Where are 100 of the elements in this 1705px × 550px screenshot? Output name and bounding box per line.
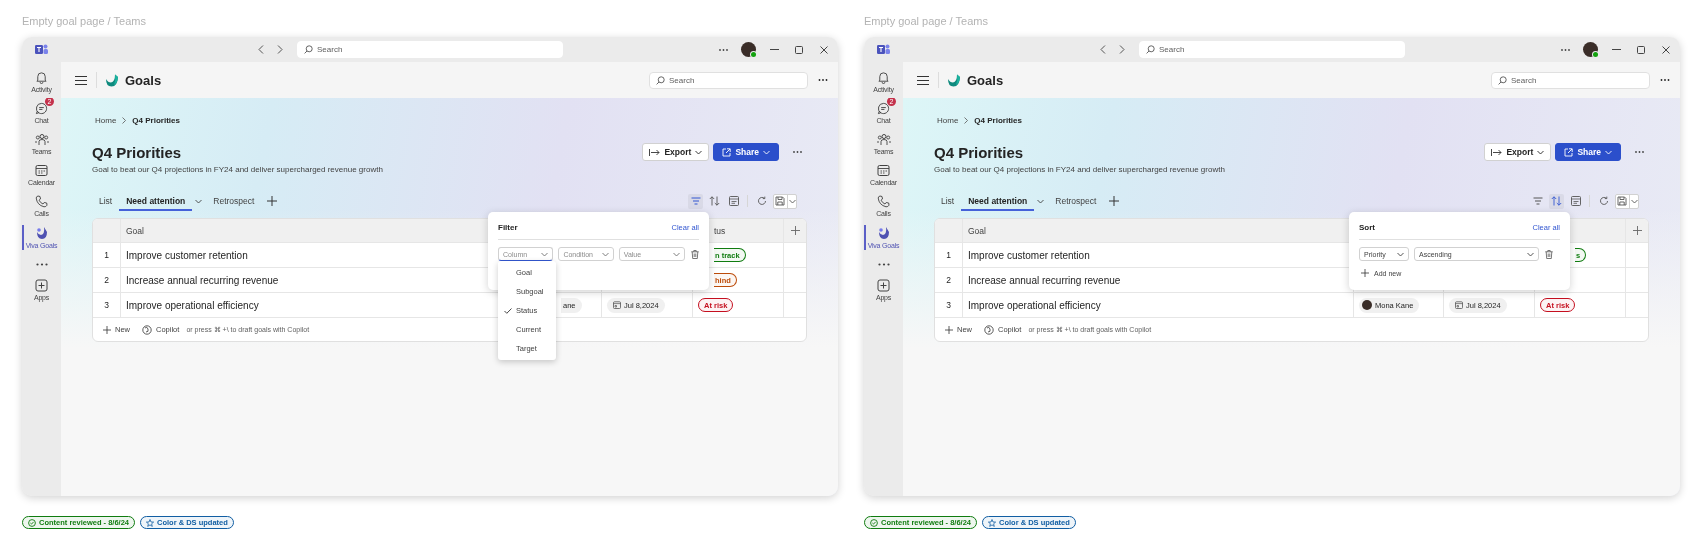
maximize-icon xyxy=(795,45,803,54)
add-column-button[interactable] xyxy=(789,224,801,237)
share-button[interactable]: Share xyxy=(713,143,779,161)
frame-caption: Empty goal page / Teams xyxy=(864,14,989,29)
breadcrumb-link[interactable]: Home xyxy=(937,115,959,125)
menu-button[interactable] xyxy=(916,73,930,87)
minimize-icon xyxy=(769,49,779,50)
breadcrumb-link[interactable]: Home xyxy=(95,115,117,125)
card-view-button[interactable] xyxy=(726,193,741,209)
page-description: Goal to beat our Q4 projections in FY24 and deliver supercharged revenue growth xyxy=(934,164,1226,176)
filter-icon xyxy=(690,197,701,205)
plus-icon xyxy=(1632,226,1642,235)
more-icon xyxy=(1560,48,1570,51)
sort-button[interactable] xyxy=(707,193,722,209)
page-title: Q4 Priorities xyxy=(934,143,1024,161)
calendar-icon xyxy=(35,164,48,177)
chevron-down-icon xyxy=(695,149,703,155)
view-tab[interactable]: Need attention xyxy=(119,191,193,211)
panel-title: Sort xyxy=(1359,222,1375,232)
people-icon xyxy=(876,133,891,146)
filter-button[interactable] xyxy=(688,193,703,209)
plus-icon xyxy=(1109,196,1120,206)
export-button[interactable]: Export xyxy=(642,143,710,161)
row-number: 2 xyxy=(93,268,121,292)
plus-icon xyxy=(267,196,278,206)
export-button[interactable]: Export xyxy=(1484,143,1552,161)
row-number: 1 xyxy=(935,243,963,267)
sort-button[interactable] xyxy=(1549,193,1564,209)
plus-icon xyxy=(1361,269,1369,277)
menu-button[interactable] xyxy=(74,73,88,87)
card-icon xyxy=(728,196,739,206)
search-field[interactable]: Search xyxy=(297,41,563,58)
more-icon xyxy=(718,48,728,51)
view-tab[interactable]: List xyxy=(934,191,962,211)
chevron-down-icon xyxy=(1527,251,1534,257)
chat-icon xyxy=(35,102,48,115)
calendar-icon xyxy=(1455,301,1463,309)
search-icon xyxy=(656,75,665,85)
chevron-down-icon xyxy=(1397,251,1404,257)
check-circle-icon xyxy=(870,518,878,527)
add-view-button[interactable] xyxy=(265,194,280,208)
save-view-button[interactable] xyxy=(1615,193,1639,209)
save-view-button[interactable] xyxy=(773,193,797,209)
search-icon xyxy=(304,45,313,54)
search-field[interactable]: Search xyxy=(1491,71,1650,89)
chevron-down-icon xyxy=(1630,198,1638,204)
chevron-down-icon xyxy=(788,198,796,204)
view-tab[interactable]: Retrospect xyxy=(206,191,262,211)
profile-avatar[interactable] xyxy=(741,42,756,57)
leaf-logo-icon xyxy=(105,73,119,87)
search-icon xyxy=(1498,75,1507,85)
goals-logo-icon xyxy=(876,225,891,240)
trash-icon[interactable] xyxy=(1545,249,1553,259)
chevron-left-icon xyxy=(258,45,264,54)
refresh-icon xyxy=(756,196,767,206)
chevron-down-icon xyxy=(1605,149,1612,155)
plus-icon xyxy=(103,325,111,334)
chat-icon xyxy=(877,102,890,115)
search-icon xyxy=(1146,45,1155,54)
chevron-down-icon xyxy=(1036,198,1044,204)
add-view-button[interactable] xyxy=(1107,194,1122,208)
plus-icon xyxy=(945,325,953,334)
view-tab[interactable]: Retrospect xyxy=(1048,191,1104,211)
page-description: Goal to beat our Q4 projections in FY24 and deliver supercharged revenue growth xyxy=(92,164,384,176)
minimize-icon xyxy=(1611,49,1621,50)
row-number: 3 xyxy=(93,293,121,317)
export-arrow-icon xyxy=(1491,148,1503,156)
chevron-down-icon xyxy=(673,251,680,257)
view-tab[interactable]: Need attention xyxy=(961,191,1035,211)
app-name: Goals xyxy=(967,72,1004,88)
search-field[interactable]: Search xyxy=(1139,41,1405,58)
teams-logo-icon xyxy=(877,44,890,55)
calendar-icon xyxy=(877,164,890,177)
share-icon xyxy=(1564,147,1574,157)
plus-square-icon xyxy=(35,279,48,292)
search-field[interactable]: Search xyxy=(649,71,808,89)
plus-icon xyxy=(790,226,800,235)
share-button[interactable]: Share xyxy=(1555,143,1621,161)
menu-icon xyxy=(917,75,929,85)
goals-logo-icon xyxy=(34,225,49,240)
add-column-button[interactable] xyxy=(1631,224,1643,237)
card-icon xyxy=(1570,196,1581,206)
avatar-icon xyxy=(1362,300,1372,310)
people-icon xyxy=(34,133,49,146)
breadcrumb-link[interactable]: Q4 Priorities xyxy=(132,115,180,125)
phone-icon xyxy=(877,195,890,208)
refresh-icon xyxy=(1598,196,1609,206)
trash-icon[interactable] xyxy=(691,249,699,259)
profile-avatar[interactable] xyxy=(1583,42,1598,57)
chevron-right-icon xyxy=(122,116,127,124)
maximize-icon xyxy=(1637,45,1645,54)
sort-arrows-icon xyxy=(1551,196,1562,206)
leaf-logo-icon xyxy=(947,73,961,87)
close-icon xyxy=(820,45,828,54)
filter-icon xyxy=(1532,197,1543,205)
card-view-button[interactable] xyxy=(1568,193,1583,209)
more-icon xyxy=(877,262,890,266)
view-tab[interactable]: List xyxy=(92,191,120,211)
breadcrumb-link[interactable]: Q4 Priorities xyxy=(974,115,1022,125)
bell-icon xyxy=(877,71,890,84)
